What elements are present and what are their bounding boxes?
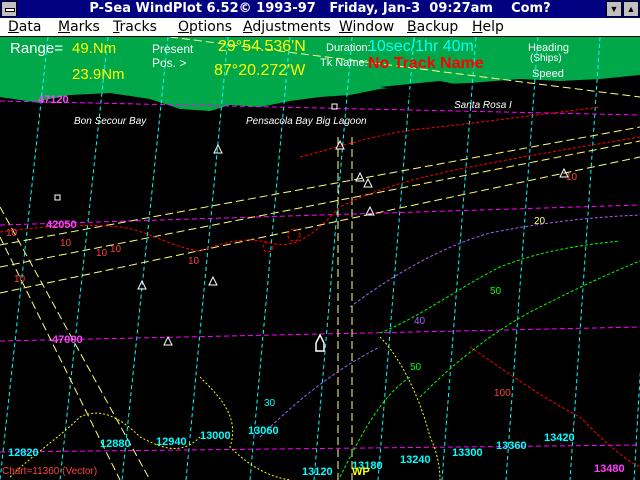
place-label: Santa Rosa I: [454, 100, 512, 111]
buoy-marks: [54, 103, 569, 346]
depth-contour-purple: [259, 214, 640, 438]
depth-label: 10: [60, 238, 72, 249]
menu-window[interactable]: Window: [339, 19, 394, 35]
range-label: Range=: [10, 40, 63, 57]
present-label: Present: [152, 42, 194, 56]
depth-label: 10: [188, 256, 200, 267]
latitude-readout: 29°54.536'N: [218, 38, 306, 55]
lat-label: 47120: [38, 94, 69, 106]
depth-label: 10: [566, 172, 578, 183]
range-value-1: 49.Nm: [72, 40, 117, 57]
ships-label: (Ships): [530, 53, 562, 64]
menu-data[interactable]: Data: [8, 19, 41, 35]
speed-label: Speed: [532, 68, 564, 80]
duration-label: Duration:: [326, 42, 371, 54]
lat-label: 42050: [46, 219, 77, 231]
td-label: 12820: [8, 447, 39, 459]
pos-label: Pos. >: [152, 56, 187, 70]
depth-contour-green: [339, 240, 640, 478]
menu-adjustments[interactable]: Adjustments: [243, 19, 331, 35]
place-label: Pensacola Bay: [382, 88, 449, 99]
depth-label: 50: [410, 362, 422, 373]
depth-label: 50: [490, 286, 502, 297]
duration-value: 10sec/1hr 40m: [368, 38, 474, 55]
title-bar[interactable]: P-Sea WindPlot 6.52© 1993-97 Friday, Jan…: [0, 0, 640, 18]
td-label: 13120: [302, 466, 333, 478]
longitude-readout: 87°20.272'W: [214, 62, 306, 79]
lat-label: 47000: [52, 334, 83, 346]
depth-label: 10: [110, 244, 122, 255]
depth-label: 10: [14, 274, 26, 285]
td-label: 13060: [248, 425, 279, 437]
depth-label: 10: [96, 248, 108, 259]
boat-icon: [315, 333, 325, 352]
menu-marks[interactable]: Marks: [58, 19, 100, 35]
menu-help[interactable]: Help: [472, 19, 504, 35]
place-label: Big Lagoon: [316, 116, 367, 127]
td-label: 12940: [156, 436, 187, 448]
td-label: 13360: [496, 440, 527, 452]
depth-label: 10: [6, 228, 18, 239]
track-name: No Track Name: [368, 55, 484, 72]
menu-tracks[interactable]: Tracks: [113, 19, 157, 35]
depth-label: 100: [494, 388, 511, 399]
td-label: 13000: [200, 430, 231, 442]
depth-contour-yellow: [9, 336, 441, 480]
menu-options[interactable]: Options: [178, 19, 232, 35]
waypoint-label: WP: [352, 466, 370, 478]
place-label: Pensacola Bay: [246, 116, 313, 127]
minimize-icon[interactable]: ▼: [606, 1, 622, 17]
chart-label: Chart=11360 (Vector): [2, 466, 98, 477]
depth-label: 20: [534, 216, 546, 227]
td-label: 13480: [594, 463, 625, 475]
place-label: Bon Secour Bay: [74, 116, 147, 127]
menu-bar: Data Marks Tracks Options Adjustments Wi…: [0, 18, 640, 37]
depth-label: 30: [264, 398, 276, 409]
td-label: 13240: [400, 454, 431, 466]
depth-label: 40: [414, 316, 426, 327]
menu-backup[interactable]: Backup: [407, 19, 458, 35]
window-title: P-Sea WindPlot 6.52© 1993-97 Friday, Jan…: [89, 1, 551, 16]
maximize-icon[interactable]: ▲: [623, 1, 639, 17]
td-label: 13300: [452, 447, 483, 459]
td-label: 12880: [100, 438, 131, 450]
td-label: 13420: [544, 432, 575, 444]
range-value-2: 23.9Nm: [72, 66, 125, 83]
tkname-label: Tk Name:: [320, 57, 368, 69]
